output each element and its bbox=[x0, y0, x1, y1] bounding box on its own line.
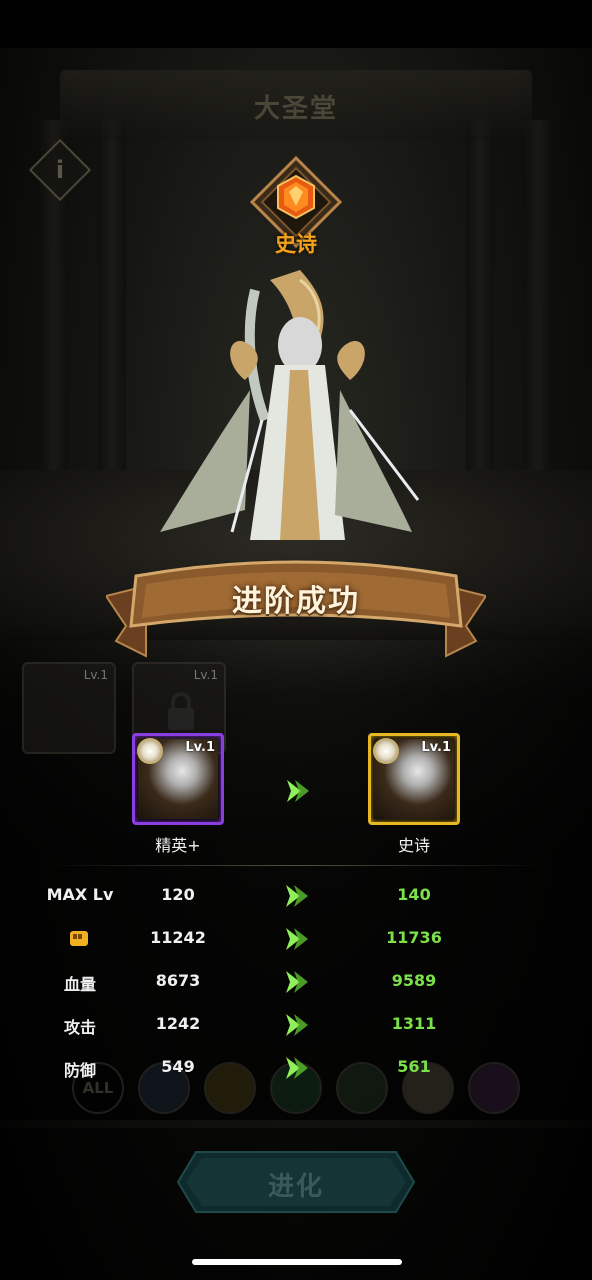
stat-old-value: 549 bbox=[161, 1057, 195, 1076]
stat-name: MAX Lv bbox=[46, 885, 114, 904]
increase-arrow-icon bbox=[280, 967, 310, 997]
home-indicator[interactable] bbox=[192, 1259, 402, 1265]
background-hero-card: Lv.1 bbox=[22, 662, 116, 754]
stat-old-value: 1242 bbox=[155, 1014, 201, 1033]
card-level: Lv.1 bbox=[83, 668, 108, 682]
increase-arrow-icon bbox=[280, 881, 310, 911]
stat-name: 防御 bbox=[63, 1061, 96, 1080]
increase-arrow-icon bbox=[280, 924, 310, 954]
info-button[interactable]: i bbox=[28, 138, 92, 202]
stat-row-max-level: MAX Lv 120 140 bbox=[0, 885, 592, 915]
stat-new-value: 1311 bbox=[391, 1014, 437, 1033]
rarity-after-label: 史诗 bbox=[397, 836, 430, 855]
game-scene: 大圣堂 i 史诗 Lv.1 Lv.1 进阶成功 Lv.1 精英+ Lv.1 史诗… bbox=[0, 0, 592, 1280]
divider bbox=[44, 865, 548, 866]
hero-card-after[interactable]: Lv.1 bbox=[368, 733, 460, 825]
stat-new-value: 561 bbox=[397, 1057, 431, 1076]
page-title: 大圣堂 bbox=[253, 94, 338, 124]
stat-row-defense: 防御 549 561 bbox=[0, 1057, 592, 1087]
faction-badge-icon bbox=[373, 738, 399, 764]
hero-card-before[interactable]: Lv.1 bbox=[132, 733, 224, 825]
stat-row-power: 11242 11736 bbox=[0, 928, 592, 958]
stat-new-value: 140 bbox=[397, 885, 431, 904]
background-pillar bbox=[524, 120, 552, 500]
background-pillar bbox=[466, 120, 494, 500]
card-level: Lv.1 bbox=[421, 740, 451, 755]
background-pillar bbox=[98, 120, 126, 500]
stat-row-hp: 血量 8673 9589 bbox=[0, 971, 592, 1001]
increase-arrow-icon bbox=[280, 1053, 310, 1083]
card-level: Lv.1 bbox=[193, 668, 218, 682]
card-level: Lv.1 bbox=[185, 740, 215, 755]
stat-name: 攻击 bbox=[63, 1018, 96, 1037]
stat-name: 血量 bbox=[63, 975, 96, 994]
rarity-label: 史诗 bbox=[275, 232, 317, 256]
evolve-arrow-icon bbox=[281, 776, 311, 806]
power-fist-icon bbox=[70, 931, 88, 946]
stat-row-attack: 攻击 1242 1311 bbox=[0, 1014, 592, 1044]
stat-old-value: 11242 bbox=[150, 928, 206, 947]
faction-badge-icon bbox=[137, 738, 163, 764]
stat-new-value: 11736 bbox=[386, 928, 442, 947]
stat-old-value: 8673 bbox=[155, 971, 201, 990]
stat-old-value: 120 bbox=[161, 885, 195, 904]
evolve-button-label: 进化 bbox=[267, 1172, 324, 1202]
success-title: 进阶成功 bbox=[232, 584, 360, 619]
hero-character bbox=[160, 270, 420, 540]
info-icon: i bbox=[55, 156, 65, 184]
rarity-before-label: 精英+ bbox=[155, 836, 201, 855]
status-bar bbox=[0, 0, 592, 48]
stat-new-value: 9589 bbox=[391, 971, 437, 990]
lock-icon bbox=[168, 692, 194, 730]
increase-arrow-icon bbox=[280, 1010, 310, 1040]
